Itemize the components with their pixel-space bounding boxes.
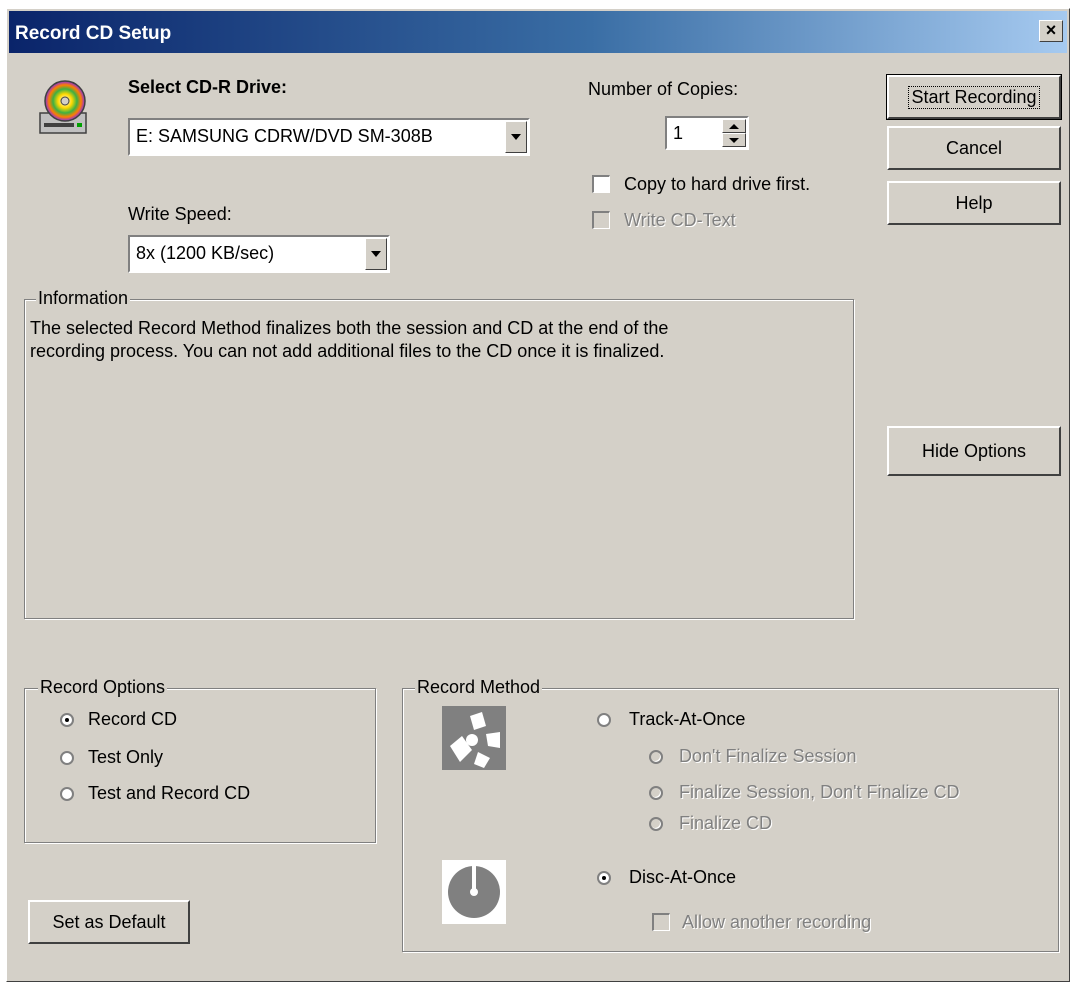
copy-to-hd-checkbox[interactable] (592, 175, 610, 193)
information-legend: Information (36, 288, 131, 309)
speed-label: Write Speed: (128, 204, 232, 224)
copies-label: Number of Copies: (588, 79, 739, 99)
drive-select-value: E: SAMSUNG CDRW/DVD SM-308B (136, 126, 433, 146)
record-cd-radio[interactable] (60, 713, 74, 727)
disc-at-once-label: Disc-At-Once (629, 867, 737, 887)
drive-label: Select CD-R Drive: (128, 77, 288, 97)
record-cd-label: Record CD (88, 709, 178, 729)
speed-dropdown-arrow-icon[interactable] (365, 238, 387, 270)
title-bar[interactable]: Record CD Setup × (9, 11, 1067, 53)
finalize-cd-label: Finalize CD (679, 813, 773, 833)
track-at-once-icon (442, 706, 506, 770)
track-at-once-radio[interactable] (597, 713, 611, 727)
record-options-group (24, 688, 376, 843)
dont-finalize-session-label: Don't Finalize Session (679, 746, 857, 766)
allow-another-recording-label: Allow another recording (682, 912, 872, 932)
finalize-cd-radio[interactable] (649, 817, 663, 831)
dont-finalize-session-radio[interactable] (649, 750, 663, 764)
finalize-session-label: Finalize Session, Don't Finalize CD (679, 782, 960, 802)
test-only-radio[interactable] (60, 751, 74, 765)
drive-dropdown-arrow-icon[interactable] (505, 121, 527, 153)
allow-another-recording-checkbox[interactable] (652, 913, 670, 931)
cancel-button[interactable]: Cancel (887, 126, 1061, 170)
speed-select-value: 8x (1200 KB/sec) (136, 243, 275, 263)
record-cd-setup-dialog: Record CD Setup × Select CD-R Drive: E: … (6, 8, 1070, 982)
write-cd-text-label: Write CD-Text (624, 210, 736, 230)
record-options-legend: Record Options (38, 677, 168, 698)
hide-options-button[interactable]: Hide Options (887, 426, 1061, 476)
copies-down-arrow-icon[interactable] (722, 133, 746, 147)
write-cd-text-checkbox[interactable] (592, 211, 610, 229)
test-and-record-radio[interactable] (60, 787, 74, 801)
disc-at-once-icon (442, 860, 506, 924)
cd-drive-icon (37, 79, 89, 137)
finalize-session-radio[interactable] (649, 786, 663, 800)
speed-select[interactable]: 8x (1200 KB/sec) (128, 235, 390, 273)
test-only-label: Test Only (88, 747, 164, 767)
track-at-once-label: Track-At-Once (629, 709, 746, 729)
record-method-legend: Record Method (415, 677, 543, 698)
test-and-record-label: Test and Record CD (88, 783, 251, 803)
information-text-line1: The selected Record Method finalizes bot… (30, 318, 669, 338)
close-button[interactable]: × (1039, 20, 1063, 42)
copies-up-arrow-icon[interactable] (722, 119, 746, 133)
drive-select[interactable]: E: SAMSUNG CDRW/DVD SM-308B (128, 118, 530, 156)
information-text-line2: recording process. You can not add addit… (30, 341, 665, 361)
copies-spinner[interactable]: 1 (665, 116, 749, 150)
copy-to-hd-label: Copy to hard drive first. (624, 174, 811, 194)
copies-value: 1 (673, 123, 684, 143)
help-button[interactable]: Help (887, 181, 1061, 225)
disc-at-once-radio[interactable] (597, 871, 611, 885)
set-as-default-button[interactable]: Set as Default (28, 900, 190, 944)
window-title: Record CD Setup (15, 23, 172, 44)
start-recording-button[interactable]: Start Recording (886, 74, 1062, 120)
start-recording-label: Start Recording (908, 85, 1040, 109)
